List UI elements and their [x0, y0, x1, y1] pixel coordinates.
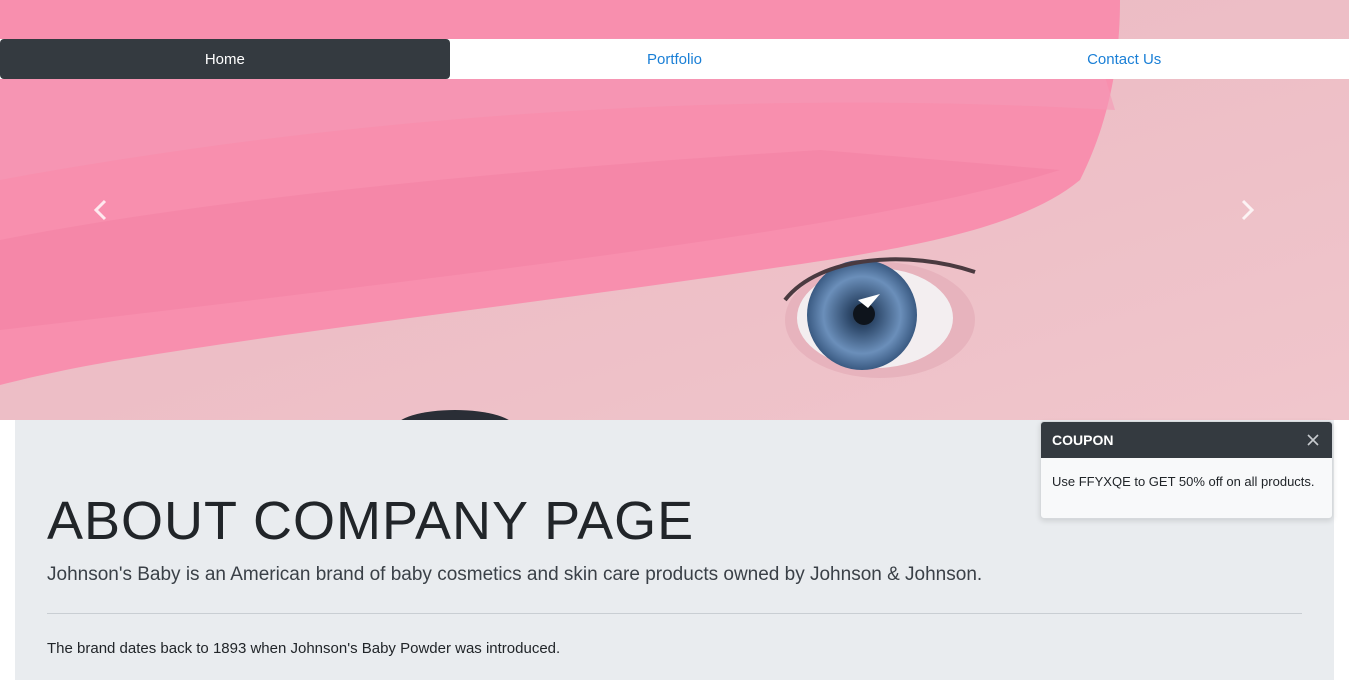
toast-title: COUPON — [1052, 432, 1114, 448]
chevron-right-icon — [1241, 199, 1255, 221]
divider — [47, 613, 1302, 614]
nav-portfolio[interactable]: Portfolio — [450, 39, 900, 79]
nav-contact-us[interactable]: Contact Us — [899, 39, 1349, 79]
page-title: ABOUT COMPANY PAGE — [47, 491, 695, 551]
toast-message: Use FFYXQE to GET 50% off on all product… — [1052, 474, 1315, 489]
toast-header: COUPON — [1041, 422, 1332, 458]
carousel-prev-button[interactable] — [81, 190, 121, 230]
nav-home[interactable]: Home — [0, 39, 450, 79]
coupon-toast: COUPON Use FFYXQE to GET 50% off on all … — [1040, 421, 1333, 519]
main-nav: Home Portfolio Contact Us — [0, 39, 1349, 79]
close-icon — [1307, 434, 1319, 446]
body-text: The brand dates back to 1893 when Johnso… — [47, 640, 561, 657]
chevron-left-icon — [93, 199, 107, 221]
lead-text: Johnson's Baby is an American brand of b… — [47, 564, 983, 585]
carousel-next-button[interactable] — [1227, 190, 1267, 230]
toast-close-button[interactable] — [1305, 432, 1321, 448]
